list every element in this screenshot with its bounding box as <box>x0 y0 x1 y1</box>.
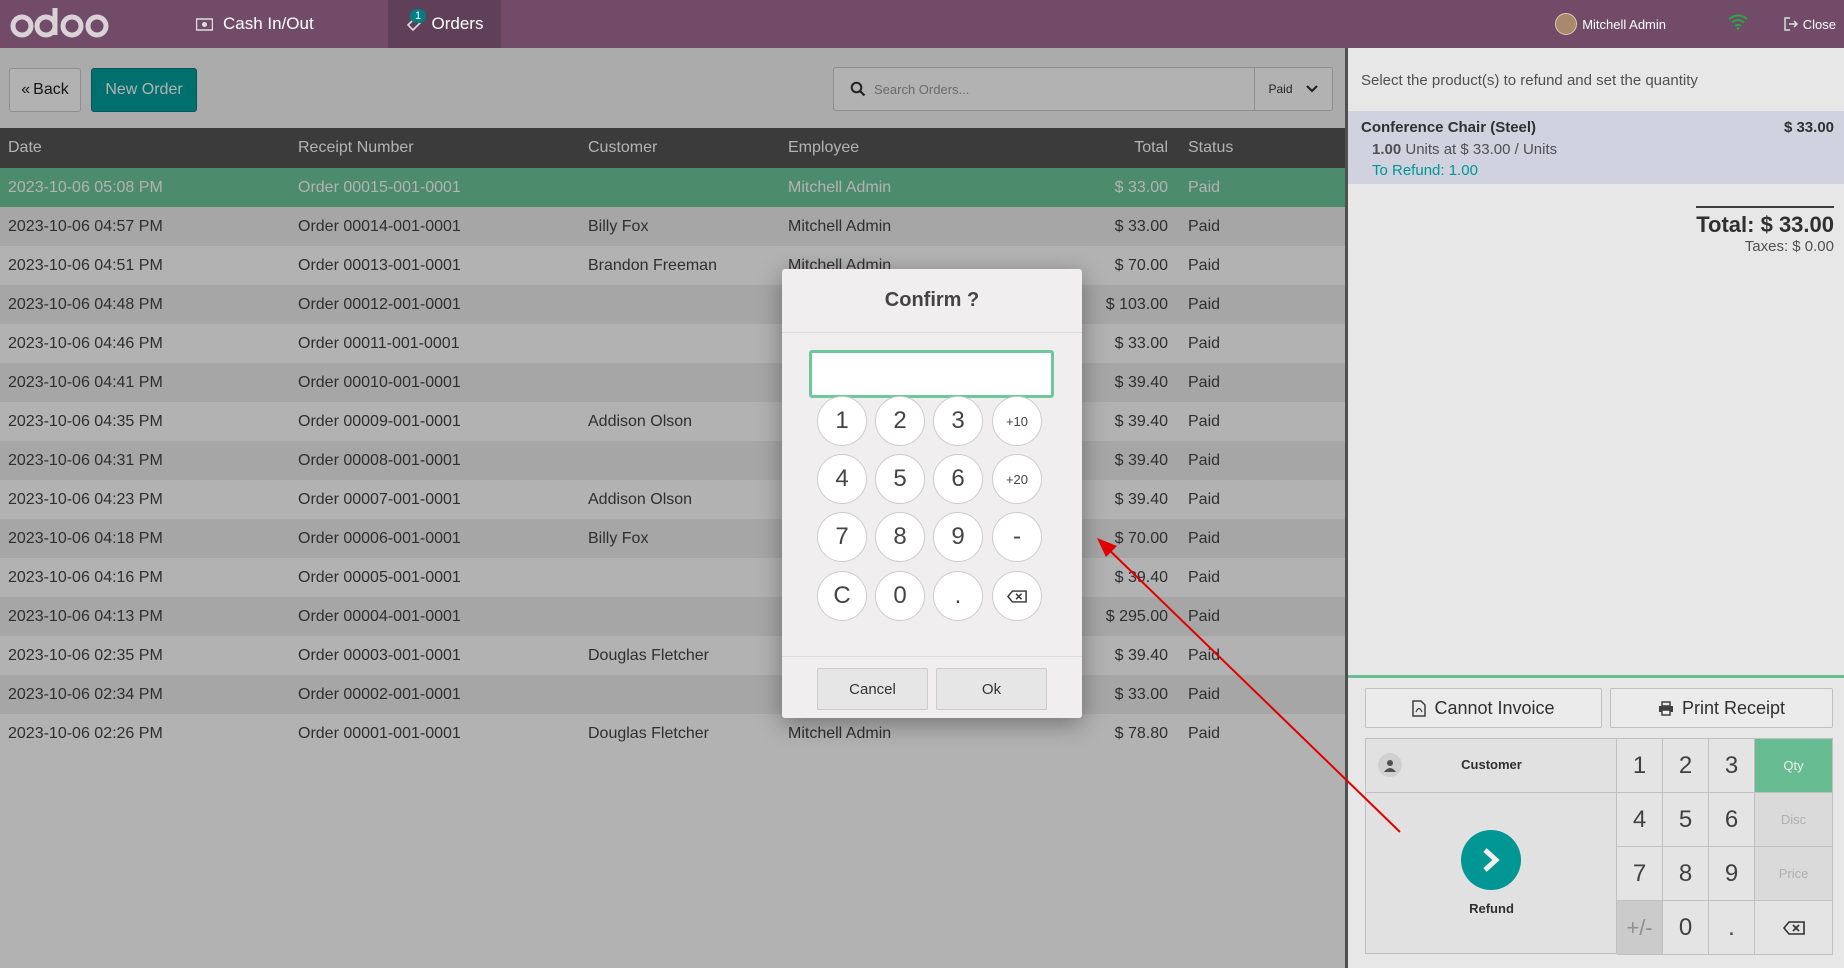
wifi-icon <box>1728 14 1748 30</box>
user-menu[interactable]: Mitchell Admin <box>1555 0 1666 48</box>
minus-key[interactable]: - <box>992 512 1042 562</box>
popup-numpad-key[interactable]: 1 <box>817 396 867 446</box>
cancel-button[interactable]: Cancel <box>817 668 928 710</box>
user-avatar <box>1555 13 1578 35</box>
decimal-key[interactable]: . <box>933 571 983 621</box>
popup-backspace-key[interactable] <box>992 571 1042 621</box>
money-icon <box>196 17 213 31</box>
popup-numpad-key[interactable]: 5 <box>875 454 925 504</box>
popup-numpad-key[interactable]: 6 <box>933 454 983 504</box>
plus-twenty-key[interactable]: +20 <box>992 454 1042 504</box>
top-bar: Cash In/Out 1 Orders Mitchell Admin Clos… <box>0 0 1844 48</box>
popup-value-input[interactable] <box>809 350 1054 398</box>
confirm-numpad-popup: Confirm ? Cancel Ok 1 2 3 +10 4 5 6 +20 7 8 9- C 0. <box>782 269 1082 718</box>
user-name: Mitchell Admin <box>1582 16 1666 32</box>
orders-button[interactable]: 1 Orders <box>388 0 501 48</box>
popup-numpad-key[interactable]: 9 <box>933 512 983 562</box>
orders-label: Orders <box>431 14 484 33</box>
cash-in-out-button[interactable]: Cash In/Out <box>196 0 314 48</box>
plus-ten-key[interactable]: +10 <box>992 396 1042 446</box>
backspace-icon <box>1007 589 1027 603</box>
cash-in-out-label: Cash In/Out <box>223 14 314 33</box>
modal-backdrop <box>0 48 1345 968</box>
sign-out-icon <box>1784 17 1798 31</box>
popup-numpad-key[interactable]: 2 <box>875 396 925 446</box>
odoo-logo <box>10 8 109 38</box>
ok-button[interactable]: Ok <box>936 668 1047 710</box>
popup-numpad-key[interactable]: 8 <box>875 512 925 562</box>
popup-numpad-key[interactable]: 0 <box>875 571 925 621</box>
popup-numpad-key[interactable]: 3 <box>933 396 983 446</box>
right-panel-dim <box>1345 48 1844 968</box>
close-label: Close <box>1802 16 1836 32</box>
close-button[interactable]: Close <box>1784 0 1836 48</box>
popup-numpad-key[interactable]: 7 <box>817 512 867 562</box>
popup-numpad-key[interactable]: 4 <box>817 454 867 504</box>
popup-title: Confirm ? <box>782 269 1082 333</box>
orders-badge: 1 <box>410 9 427 23</box>
popup-footer: Cancel Ok <box>782 656 1082 718</box>
clear-key[interactable]: C <box>817 571 867 621</box>
